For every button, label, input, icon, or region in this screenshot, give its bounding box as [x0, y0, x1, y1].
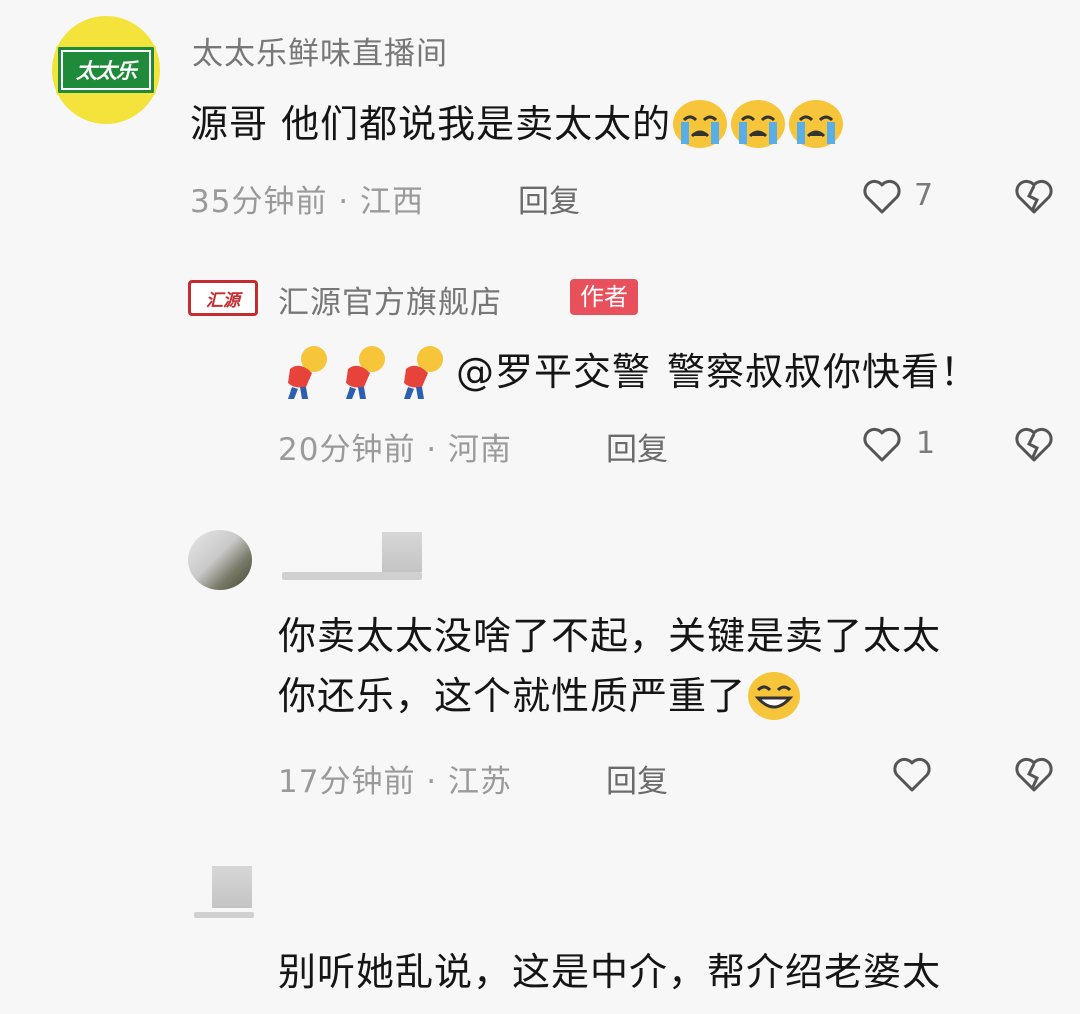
reply-button[interactable]: 回复 — [518, 176, 580, 221]
like-count: 1 — [916, 426, 936, 461]
avatar[interactable] — [212, 866, 252, 908]
like-button[interactable] — [862, 426, 902, 464]
comment-region: 江西 — [360, 184, 425, 220]
broken-heart-icon — [1015, 179, 1053, 214]
like-count: 7 — [914, 178, 934, 213]
comment-text: 别听她乱说，这是中介，帮介绍老婆太 — [278, 950, 942, 994]
avatar[interactable]: 汇源 — [188, 280, 258, 316]
reply-button[interactable]: 回复 — [606, 756, 668, 801]
commenter-name[interactable] — [282, 572, 422, 580]
bowing-person-icon — [336, 343, 394, 401]
comment-text: 源哥 他们都说我是卖太太的 — [190, 94, 845, 154]
comment-text: 你卖太太没啥了不起，关键是卖了太太 你还乐，这个就性质严重了 — [278, 606, 941, 726]
crying-face-icon — [787, 98, 845, 150]
comment-meta: 20分钟前 · 河南 — [278, 432, 513, 468]
taitaile-logo: 太太乐 — [56, 45, 156, 95]
dislike-button[interactable] — [1014, 426, 1054, 464]
commenter-name[interactable]: 汇源官方旗舰店 — [278, 277, 502, 322]
mention-link[interactable]: @罗平交警 — [456, 342, 651, 402]
heart-icon — [893, 757, 931, 792]
comment-region: 江苏 — [448, 764, 513, 800]
comment-time: 20分钟前 — [278, 432, 416, 468]
dislike-button[interactable] — [1014, 178, 1054, 216]
bowing-person-icon — [394, 343, 452, 401]
broken-heart-icon — [1015, 757, 1053, 792]
comment-time: 35分钟前 — [190, 184, 328, 220]
comment-text: @罗平交警 警察叔叔你快看！ — [278, 342, 979, 402]
comment-meta: 17分钟前 · 江苏 — [278, 764, 513, 800]
avatar[interactable]: 太太乐 — [52, 16, 160, 124]
avatar[interactable] — [188, 530, 252, 590]
crying-face-icon — [729, 98, 787, 150]
comment-meta: 35分钟前 · 江西 — [190, 184, 425, 220]
commenter-name[interactable] — [194, 912, 254, 918]
heart-icon — [863, 427, 901, 462]
like-button[interactable] — [892, 756, 932, 794]
grinning-face-icon — [746, 670, 802, 722]
comment-time: 17分钟前 — [278, 764, 416, 800]
heart-icon — [863, 179, 901, 214]
huiyuan-logo: 汇源 — [188, 280, 258, 316]
username-badge — [382, 532, 422, 572]
author-badge: 作者 — [570, 279, 638, 315]
like-button[interactable] — [862, 178, 902, 216]
comment-region: 河南 — [448, 432, 513, 468]
reply-button[interactable]: 回复 — [606, 424, 668, 469]
crying-face-icon — [671, 98, 729, 150]
commenter-name[interactable]: 太太乐鲜味直播间 — [192, 28, 448, 73]
bowing-person-icon — [278, 343, 336, 401]
dislike-button[interactable] — [1014, 756, 1054, 794]
broken-heart-icon — [1015, 427, 1053, 462]
